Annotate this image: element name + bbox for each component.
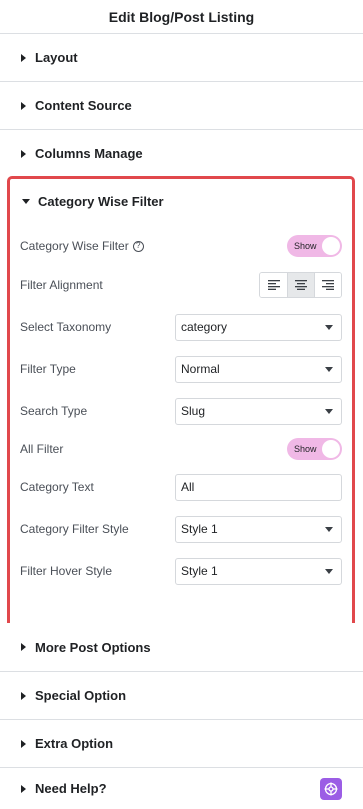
caret-right-icon — [21, 739, 26, 748]
search-type-label: Search Type — [20, 404, 88, 418]
filter-alignment-label: Filter Alignment — [20, 278, 103, 292]
filter-type-dropdown[interactable]: Normal — [175, 355, 342, 383]
chevron-down-icon — [325, 568, 333, 574]
row-select-taxonomy: Select Taxonomy category — [20, 313, 342, 341]
align-right-button[interactable] — [314, 273, 341, 297]
filter-type-label: Filter Type — [20, 362, 76, 376]
caret-right-icon — [21, 149, 26, 158]
section-need-help[interactable]: Need Help? — [0, 767, 363, 809]
row-search-type: Search Type Slug — [20, 397, 342, 425]
category-filter-style-dropdown[interactable]: Style 1 — [175, 515, 342, 543]
section-header-category-wise-filter[interactable]: Category Wise Filter — [22, 194, 164, 209]
chevron-down-icon — [325, 408, 333, 414]
all-filter-label: All Filter — [20, 442, 64, 456]
filter-alignment-group — [259, 272, 342, 298]
section-label: Special Option — [35, 688, 127, 703]
panel-title: Edit Blog/Post Listing — [108, 9, 255, 25]
section-layout[interactable]: Layout — [0, 33, 363, 81]
row-category-filter-style: Category Filter Style Style 1 — [20, 515, 342, 543]
align-left-icon — [267, 280, 280, 290]
toggle-knob — [322, 237, 340, 255]
help-widget-icon[interactable] — [320, 778, 342, 800]
section-label: Columns Manage — [35, 146, 143, 161]
chevron-down-icon — [325, 526, 333, 532]
all-filter-toggle[interactable]: Show — [287, 438, 342, 460]
section-label: More Post Options — [35, 639, 151, 655]
section-label: Category Wise Filter — [38, 194, 164, 209]
select-value: Style 1 — [181, 564, 218, 578]
select-taxonomy-label: Select Taxonomy — [20, 320, 112, 334]
align-right-icon — [322, 280, 334, 290]
category-text-input[interactable]: All — [175, 473, 342, 501]
caret-down-icon — [22, 199, 30, 204]
section-content-source[interactable]: Content Source — [0, 81, 363, 129]
caret-right-icon — [21, 784, 26, 793]
section-extra-option[interactable]: Extra Option — [0, 719, 363, 767]
caret-right-icon — [21, 53, 26, 62]
category-wise-filter-label: Category Wise Filter ? — [20, 239, 144, 253]
section-label: Layout — [35, 50, 78, 65]
caret-right-icon — [21, 691, 26, 700]
category-filter-style-label: Category Filter Style — [20, 522, 129, 536]
align-center-button[interactable] — [287, 273, 314, 297]
search-type-dropdown[interactable]: Slug — [175, 397, 342, 425]
row-category-wise-filter: Category Wise Filter ? Show — [20, 232, 342, 260]
question-circle-icon[interactable]: ? — [132, 240, 144, 252]
select-taxonomy-dropdown[interactable]: category — [175, 313, 342, 341]
select-value: Slug — [181, 404, 206, 418]
chevron-down-icon — [325, 324, 333, 330]
row-all-filter: All Filter Show — [20, 435, 342, 463]
select-value: category — [181, 320, 228, 334]
select-value: Normal — [181, 362, 220, 376]
filter-hover-style-dropdown[interactable]: Style 1 — [175, 557, 342, 585]
section-special-option[interactable]: Special Option — [0, 671, 363, 719]
section-category-wise-filter: Category Wise Filter Category Wise Filte… — [7, 176, 355, 628]
row-filter-type: Filter Type Normal — [20, 355, 342, 383]
align-left-button[interactable] — [260, 273, 287, 297]
section-more-post-options[interactable]: More Post Options — [0, 623, 363, 671]
category-text-label: Category Text — [20, 480, 94, 494]
chevron-down-icon — [325, 366, 333, 372]
row-filter-alignment: Filter Alignment — [20, 271, 342, 299]
input-value: All — [181, 480, 195, 494]
section-label: Content Source — [35, 98, 132, 113]
section-label: Need Help? — [35, 781, 107, 796]
category-wise-filter-toggle[interactable]: Show — [287, 235, 342, 257]
align-center-icon — [295, 280, 307, 290]
select-value: Style 1 — [181, 522, 218, 536]
caret-right-icon — [21, 101, 26, 110]
filter-hover-style-label: Filter Hover Style — [20, 564, 113, 578]
section-label: Extra Option — [35, 736, 114, 751]
caret-right-icon — [21, 643, 26, 651]
toggle-knob — [322, 440, 340, 458]
row-category-text: Category Text All — [20, 473, 342, 501]
row-filter-hover-style: Filter Hover Style Style 1 — [20, 557, 342, 585]
section-columns-manage[interactable]: Columns Manage — [0, 129, 363, 177]
